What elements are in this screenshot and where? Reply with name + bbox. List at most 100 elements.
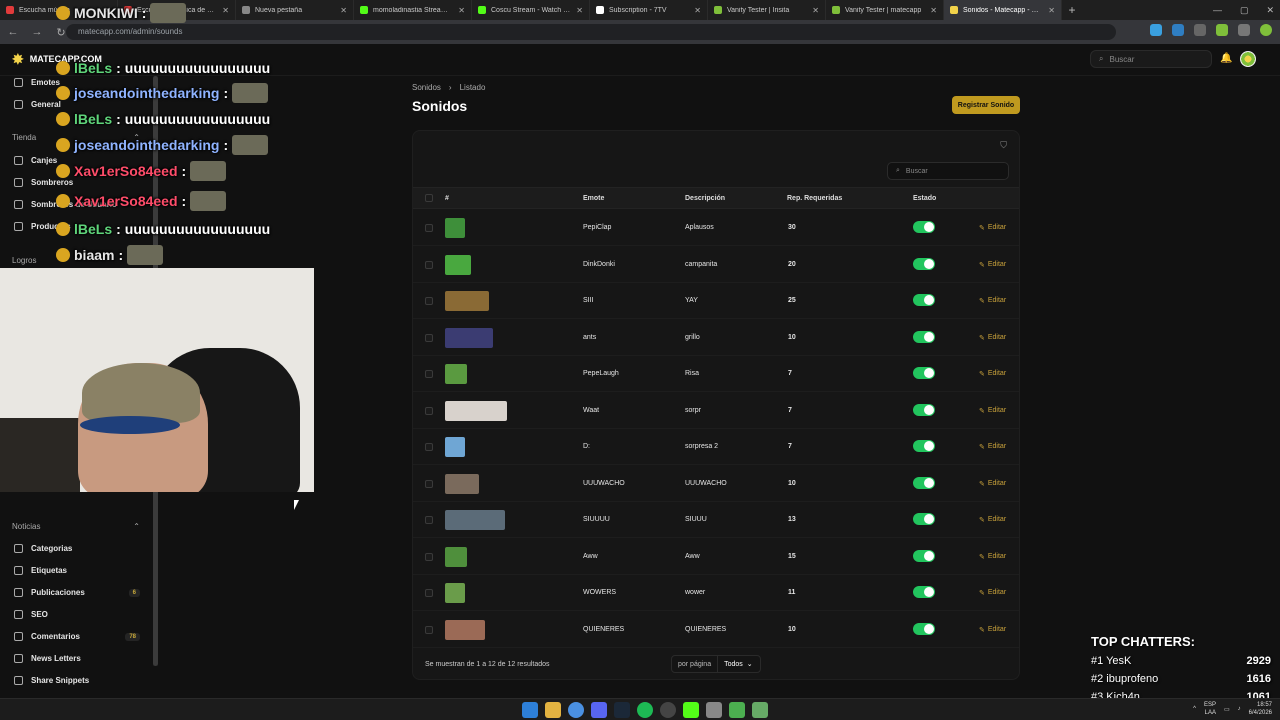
close-tab-icon[interactable]: ✕ bbox=[340, 6, 347, 15]
browser-tab[interactable]: Vanity Tester | Irisita ✕ bbox=[708, 0, 826, 20]
minimize-icon[interactable]: — bbox=[1213, 5, 1222, 15]
edit-link[interactable]: ✎ Editar bbox=[979, 261, 1006, 269]
profile-icon[interactable] bbox=[1260, 24, 1272, 36]
browser-tab[interactable]: momoladinastia Stream - Watch ✕ bbox=[354, 0, 472, 20]
table-row[interactable]: DinkDonki campanita 20 ✎ Editar bbox=[413, 247, 1019, 283]
sidebar-item-etiquetas[interactable]: Etiquetas bbox=[14, 566, 140, 575]
table-row[interactable]: PepeLaugh Risa 7 ✎ Editar bbox=[413, 356, 1019, 392]
edit-link[interactable]: ✎ Editar bbox=[979, 407, 1006, 415]
close-tab-icon[interactable]: ✕ bbox=[1048, 6, 1055, 15]
status-toggle[interactable] bbox=[913, 257, 935, 270]
sidebar-scrollbar[interactable] bbox=[153, 76, 158, 666]
row-checkbox[interactable] bbox=[425, 370, 433, 378]
row-checkbox[interactable] bbox=[425, 516, 433, 524]
sidebar-item-general[interactable]: General bbox=[14, 100, 140, 109]
edit-link[interactable]: ✎ Editar bbox=[979, 516, 1006, 524]
forward-icon[interactable]: → bbox=[30, 26, 44, 38]
extension-icon[interactable] bbox=[1216, 24, 1228, 36]
row-checkbox[interactable] bbox=[425, 589, 433, 597]
sidebar-item-sombreros-usuario[interactable]: Sombreros de Usuario bbox=[14, 200, 140, 209]
edit-link[interactable]: ✎ Editar bbox=[979, 334, 1006, 342]
spotify-icon[interactable] bbox=[637, 702, 653, 718]
column-header-emote[interactable]: Emote bbox=[583, 195, 604, 202]
app-icon[interactable] bbox=[729, 702, 745, 718]
app-icon[interactable] bbox=[706, 702, 722, 718]
browser-tab[interactable]: Escucha la música de Slimepay ✕ bbox=[118, 0, 236, 20]
extension-icon[interactable] bbox=[1194, 24, 1206, 36]
row-checkbox[interactable] bbox=[425, 224, 433, 232]
table-row[interactable]: UUUWACHO UUUWACHO 10 ✎ Editar bbox=[413, 466, 1019, 502]
edit-link[interactable]: ✎ Editar bbox=[979, 589, 1006, 597]
close-window-icon[interactable]: ✕ bbox=[1266, 5, 1274, 16]
scrollbar-thumb[interactable] bbox=[153, 76, 158, 666]
extension-icon[interactable] bbox=[1172, 24, 1184, 36]
obs-icon[interactable] bbox=[660, 702, 676, 718]
status-toggle[interactable] bbox=[913, 294, 935, 306]
status-toggle[interactable] bbox=[913, 367, 935, 379]
browser-tab[interactable]: Nueva pestaña ✕ bbox=[236, 0, 354, 20]
status-toggle[interactable] bbox=[913, 476, 935, 489]
sidebar-item-canjes[interactable]: Canjes bbox=[14, 156, 140, 165]
status-toggle[interactable] bbox=[913, 622, 935, 635]
clock[interactable]: 18:57 6/4/2026 bbox=[1249, 701, 1272, 717]
table-row[interactable]: Waat sorpr 7 ✎ Editar bbox=[413, 393, 1019, 429]
sidebar-item-comentarios[interactable]: Comentarios 78 bbox=[14, 632, 140, 641]
avatar[interactable] bbox=[1240, 51, 1256, 67]
edit-link[interactable]: ✎ Editar bbox=[979, 297, 1006, 305]
edit-link[interactable]: ✎ Editar bbox=[979, 443, 1006, 451]
table-row[interactable]: D: sorpresa 2 7 ✎ Editar bbox=[413, 429, 1019, 465]
close-tab-icon[interactable]: ✕ bbox=[694, 6, 701, 15]
status-toggle[interactable] bbox=[913, 513, 935, 525]
app-icon[interactable] bbox=[752, 702, 768, 718]
edit-link[interactable]: ✎ Editar bbox=[979, 480, 1006, 488]
column-header-id[interactable]: # bbox=[445, 195, 449, 202]
sidebar-item-productos[interactable]: Productos bbox=[14, 222, 140, 231]
status-toggle[interactable] bbox=[913, 440, 935, 452]
edit-link[interactable]: ✎ Editar bbox=[979, 553, 1006, 561]
steam-icon[interactable] bbox=[614, 702, 630, 718]
status-toggle[interactable] bbox=[913, 330, 935, 343]
table-row[interactable]: SIUUUU SIUUU 13 ✎ Editar bbox=[413, 502, 1019, 538]
table-row[interactable]: PepiClap Aplausos 30 ✎ Editar bbox=[413, 210, 1019, 246]
file-explorer-icon[interactable] bbox=[545, 702, 561, 718]
column-header-description[interactable]: Descripción bbox=[685, 195, 725, 202]
row-checkbox[interactable] bbox=[425, 333, 433, 342]
section-noticias[interactable]: Noticias ⌃ bbox=[12, 522, 140, 531]
address-bar[interactable]: matecapp.com/admin/sounds bbox=[66, 24, 1116, 40]
sidebar-item-news-letters[interactable]: News Letters bbox=[14, 654, 140, 663]
chevron-up-icon[interactable]: ^ bbox=[1193, 706, 1196, 712]
status-toggle[interactable] bbox=[913, 221, 935, 233]
new-tab-button[interactable]: + bbox=[1062, 0, 1082, 20]
edit-link[interactable]: ✎ Editar bbox=[979, 626, 1006, 634]
browser-tab[interactable]: Vanity Tester | matecapp ✕ bbox=[826, 0, 944, 20]
table-row[interactable]: Aww Aww 15 ✎ Editar bbox=[413, 539, 1019, 575]
browser-tab[interactable]: Sonidos - Matecapp - Ranking ✕ bbox=[944, 0, 1062, 20]
sidebar-item-emotes[interactable]: Emotes bbox=[14, 78, 140, 87]
kick-icon[interactable] bbox=[683, 702, 699, 718]
sidebar-item-categorias[interactable]: Categorias bbox=[14, 544, 140, 553]
sidebar-item-publicaciones[interactable]: Publicaciones 6 bbox=[14, 588, 140, 597]
status-toggle[interactable] bbox=[913, 549, 935, 562]
language-indicator[interactable]: ESP LAA bbox=[1204, 701, 1216, 717]
row-checkbox[interactable] bbox=[425, 625, 433, 634]
volume-icon[interactable]: ♪ bbox=[1238, 706, 1241, 712]
table-row[interactable]: SIII YAY 25 ✎ Editar bbox=[413, 283, 1019, 319]
row-checkbox[interactable] bbox=[425, 297, 433, 305]
section-logros[interactable]: Logros bbox=[12, 256, 140, 265]
sidebar-item-share-snippets[interactable]: Share Snippets bbox=[14, 676, 140, 685]
row-checkbox[interactable] bbox=[425, 260, 433, 269]
filter-icon[interactable]: ⛉ bbox=[1000, 140, 1007, 151]
register-sound-button[interactable]: Registrar Sonido bbox=[952, 96, 1020, 114]
logo[interactable]: ✸ MATECAPP.COM bbox=[12, 52, 102, 66]
row-checkbox[interactable] bbox=[425, 479, 433, 488]
column-header-reps[interactable]: Rep. Requeridas bbox=[787, 195, 842, 202]
section-tienda[interactable]: Tienda ⌃ bbox=[12, 133, 140, 142]
per-page-select[interactable]: por página Todos ⌄ bbox=[671, 655, 761, 673]
extension-icon[interactable] bbox=[1150, 24, 1162, 36]
status-toggle[interactable] bbox=[913, 403, 935, 416]
select-all-checkbox[interactable] bbox=[425, 194, 433, 202]
edit-link[interactable]: ✎ Editar bbox=[979, 224, 1006, 232]
status-toggle[interactable] bbox=[913, 586, 935, 598]
edit-link[interactable]: ✎ Editar bbox=[979, 370, 1006, 378]
bell-icon[interactable]: 🔔 bbox=[1220, 53, 1232, 64]
